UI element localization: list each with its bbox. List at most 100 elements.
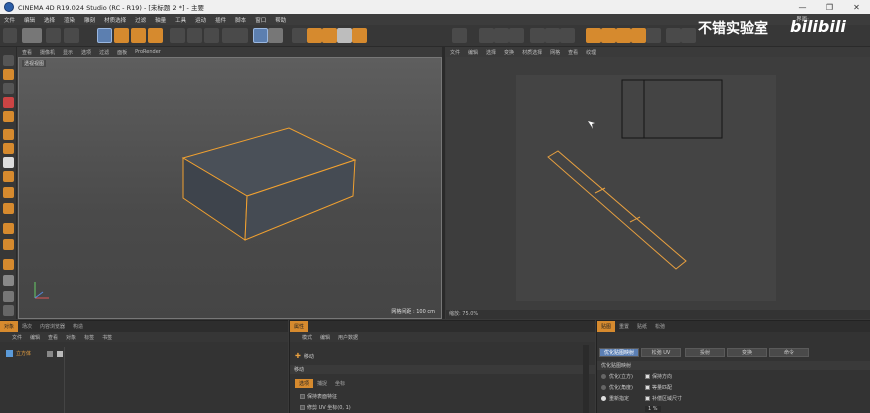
axis-mode-icon[interactable] xyxy=(3,157,14,168)
lock-workplane-icon[interactable] xyxy=(646,28,661,43)
star-icon[interactable] xyxy=(3,239,14,250)
option-optimal-angle[interactable]: 优化(角度) xyxy=(601,384,633,391)
radio[interactable] xyxy=(601,385,606,390)
option-equalize-island[interactable]: 补偿区域尺寸 xyxy=(645,395,682,402)
visibility-icon[interactable] xyxy=(47,350,54,357)
tab-attributes[interactable]: 属性 xyxy=(290,321,309,332)
render-region-icon[interactable] xyxy=(253,28,268,43)
workplane-icon[interactable] xyxy=(631,28,646,43)
menu-sculpt[interactable]: 雕刻 xyxy=(84,16,95,24)
spacing-field[interactable]: 1 % xyxy=(645,406,661,412)
objects-menu-view[interactable]: 查看 xyxy=(48,334,58,341)
uv-menu-mesh[interactable]: 网格 xyxy=(550,49,560,56)
polygon-mode-icon[interactable] xyxy=(3,143,14,154)
checkbox-checked[interactable] xyxy=(645,374,650,379)
menu-material-select[interactable]: 材质选择 xyxy=(104,16,126,24)
attributes-menu-userdata[interactable]: 用户数据 xyxy=(338,334,358,341)
tweak-mode-icon[interactable] xyxy=(601,28,616,43)
array-icon[interactable] xyxy=(352,28,367,43)
objects-menu-object[interactable]: 对象 xyxy=(66,334,76,341)
paint-icon[interactable] xyxy=(3,203,14,214)
perspective-viewport[interactable]: 透视视图 网格间距 : 100 cm xyxy=(18,57,442,319)
optimal-mapping-button[interactable]: 优化贴图映射 xyxy=(599,348,639,357)
solo-single-icon[interactable] xyxy=(681,28,696,43)
texture-mode-icon[interactable] xyxy=(3,83,14,94)
checkbox-checked[interactable] xyxy=(645,396,650,401)
enable-axis-icon[interactable] xyxy=(586,28,601,43)
sculpt-icon[interactable] xyxy=(3,187,14,198)
option-realign[interactable]: 重新指定 xyxy=(601,395,629,402)
subtab-snap[interactable]: 捕捉 xyxy=(313,379,331,388)
viewport-menu-options[interactable]: 选项 xyxy=(81,49,91,56)
option-equalize-size[interactable]: 等量匹配 xyxy=(645,384,672,391)
x-axis-lock-icon[interactable] xyxy=(170,28,185,43)
uv-menu-texture[interactable]: 纹理 xyxy=(586,49,596,56)
uv-menu-material-select[interactable]: 材质选择 xyxy=(522,49,542,56)
live-select-icon[interactable] xyxy=(64,28,79,43)
menu-window[interactable]: 窗口 xyxy=(255,16,266,24)
tab-decal[interactable]: 贴纸 xyxy=(633,321,651,332)
redo-icon[interactable] xyxy=(46,28,61,43)
magnet-icon[interactable] xyxy=(3,275,14,286)
move-tool-icon[interactable] xyxy=(97,28,112,43)
snap-icon[interactable] xyxy=(616,28,631,43)
minimize-icon[interactable]: — xyxy=(789,0,816,14)
attributes-scrollbar[interactable] xyxy=(583,345,589,413)
tab-objects[interactable]: 对象 xyxy=(0,321,19,332)
uv-mode-icon[interactable] xyxy=(509,28,524,43)
option-optimal-cubic[interactable]: 优化(立方) xyxy=(601,373,633,380)
viewport-menu-panel[interactable]: 面板 xyxy=(117,49,127,56)
tab-mapping[interactable]: 贴图 xyxy=(597,321,616,332)
brush-icon[interactable] xyxy=(3,259,14,270)
uv-menu-transform[interactable]: 变换 xyxy=(504,49,514,56)
attributes-menu-mode[interactable]: 模式 xyxy=(302,334,312,341)
viewport-menu-prorender[interactable]: ProRender xyxy=(135,49,161,55)
edge-mode-icon[interactable] xyxy=(3,129,14,140)
viewport-menu-camera[interactable]: 摄像机 xyxy=(40,49,55,56)
radio[interactable] xyxy=(601,374,606,379)
uv-menu-select[interactable]: 选择 xyxy=(486,49,496,56)
menu-help[interactable]: 帮助 xyxy=(275,16,286,24)
uv-menu-view[interactable]: 查看 xyxy=(568,49,578,56)
new-scene-icon[interactable] xyxy=(3,28,17,43)
z-axis-lock-icon[interactable] xyxy=(204,28,219,43)
knife-icon[interactable] xyxy=(3,291,14,302)
undo-icon[interactable] xyxy=(22,28,42,43)
menu-edit[interactable]: 编辑 xyxy=(24,16,35,24)
option-preserve-orientation[interactable]: 保持方向 xyxy=(645,373,672,380)
object-name[interactable]: 立方体 xyxy=(16,350,31,357)
checkbox[interactable] xyxy=(300,405,305,410)
recent-tools-icon[interactable] xyxy=(148,28,163,43)
projection-button[interactable]: 投射 xyxy=(685,348,725,357)
subtab-options[interactable]: 选项 xyxy=(295,379,314,388)
viewport-menu-view[interactable]: 查看 xyxy=(22,49,32,56)
uv-editor-view[interactable] xyxy=(446,57,870,310)
menu-axis[interactable]: 轴量 xyxy=(155,16,166,24)
relax-uv-button[interactable]: 松弛 UV xyxy=(641,348,681,357)
make-editable-icon[interactable] xyxy=(3,55,14,66)
subtab-coordinates[interactable]: 坐标 xyxy=(331,379,349,388)
transform-button[interactable]: 变换 xyxy=(727,348,767,357)
y-axis-lock-icon[interactable] xyxy=(187,28,202,43)
viewport-menu-filter[interactable]: 过滤 xyxy=(99,49,109,56)
menu-select[interactable]: 选择 xyxy=(44,16,55,24)
tab-structure[interactable]: 构造 xyxy=(69,321,87,332)
tweak-icon[interactable] xyxy=(3,171,14,182)
viewport-menu-display[interactable]: 显示 xyxy=(63,49,73,56)
tab-relax[interactable]: 松弛 xyxy=(651,321,669,332)
checkbox-checked[interactable] xyxy=(645,385,650,390)
model-icon[interactable] xyxy=(3,69,14,80)
tab-content-browser[interactable]: 内容浏览器 xyxy=(36,321,69,332)
render-view-icon[interactable] xyxy=(233,28,248,43)
menu-plugins[interactable]: 插件 xyxy=(215,16,226,24)
polygons-mode-icon[interactable] xyxy=(560,28,575,43)
menu-file[interactable]: 文件 xyxy=(4,16,15,24)
radio-selected[interactable] xyxy=(601,396,606,401)
objects-menu-file[interactable]: 文件 xyxy=(12,334,22,341)
spacing-value[interactable]: 1 % xyxy=(645,406,661,412)
nurbs-icon[interactable] xyxy=(337,28,352,43)
objects-menu-bookmarks[interactable]: 书签 xyxy=(102,334,112,341)
uvw-tag-icon[interactable] xyxy=(57,350,64,357)
objects-menu-edit[interactable]: 编辑 xyxy=(30,334,40,341)
spline-icon[interactable] xyxy=(322,28,337,43)
